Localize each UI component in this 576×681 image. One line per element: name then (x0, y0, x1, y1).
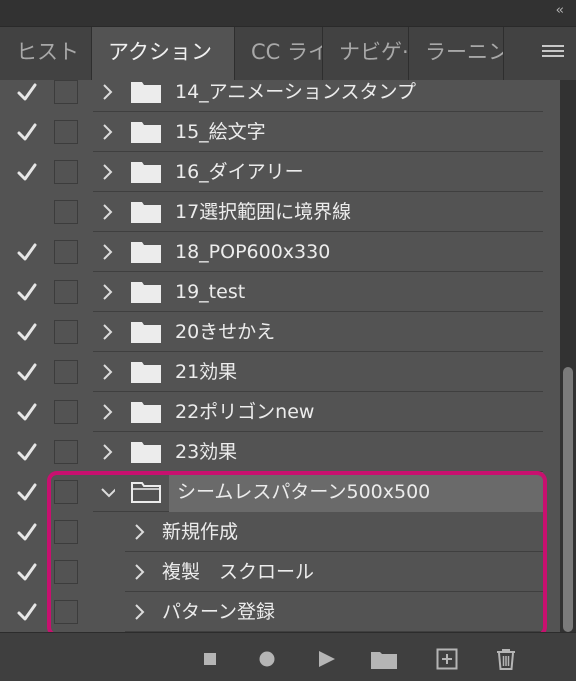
action-cell[interactable]: 21効果 (93, 352, 543, 392)
folder-icon (130, 360, 162, 384)
action-cell[interactable]: 23効果 (93, 432, 543, 472)
checkmark-icon[interactable] (16, 561, 38, 583)
chevron-right-icon[interactable] (101, 363, 113, 381)
chevron-right-icon[interactable] (101, 123, 113, 141)
action-cell[interactable]: 19_test (93, 272, 543, 312)
checkmark-icon[interactable] (16, 521, 38, 543)
folder-icon (130, 320, 162, 344)
folder-icon (130, 160, 162, 184)
chevron-right-icon[interactable] (101, 243, 113, 261)
action-set-row[interactable]: 21効果 (0, 352, 560, 392)
collapse-panel-button[interactable]: ‹‹ (556, 3, 565, 18)
checkmark-icon[interactable] (16, 361, 38, 383)
action-set-row[interactable]: 16_ダイアリー (0, 152, 560, 192)
chevron-right-icon[interactable] (101, 83, 113, 101)
panel-top-bar: ‹‹ (0, 0, 576, 26)
action-label[interactable]: 20きせかえ (175, 312, 275, 352)
checkmark-icon[interactable] (16, 81, 38, 103)
chevron-right-icon[interactable] (101, 163, 113, 181)
action-set-row[interactable]: 20きせかえ (0, 312, 560, 352)
tab-cc-libraries[interactable]: CC ライ (235, 27, 323, 81)
tab-actions[interactable]: アクション (92, 27, 235, 81)
dialog-toggle-box[interactable] (54, 440, 78, 464)
checkmark-icon[interactable] (16, 121, 38, 143)
action-set-row[interactable]: 22ポリゴンnew (0, 392, 560, 432)
scrollbar[interactable] (560, 80, 576, 632)
dialog-toggle-box[interactable] (54, 120, 78, 144)
new-action-icon[interactable] (435, 647, 459, 671)
folder-icon (130, 440, 162, 464)
checkmark-icon[interactable] (16, 321, 38, 343)
action-label[interactable]: 19_test (175, 272, 245, 312)
play-icon[interactable] (314, 647, 338, 671)
action-label[interactable]: 22ポリゴンnew (175, 392, 314, 432)
action-cell[interactable]: 15_絵文字 (93, 112, 543, 152)
new-set-folder-icon[interactable] (370, 647, 398, 671)
dialog-toggle-box[interactable] (54, 360, 78, 384)
folder-icon (130, 400, 162, 424)
bottom-toolbar (0, 632, 576, 681)
dialog-toggle-box[interactable] (54, 320, 78, 344)
checkmark-icon[interactable] (16, 601, 38, 623)
checkmark-icon[interactable] (16, 441, 38, 463)
trash-icon[interactable] (494, 647, 518, 671)
action-label[interactable]: 18_POP600x330 (175, 232, 330, 272)
dialog-toggle-box[interactable] (54, 280, 78, 304)
folder-icon (130, 280, 162, 304)
folder-icon (130, 120, 162, 144)
action-set-row[interactable]: 19_test (0, 272, 560, 312)
scrollbar-thumb[interactable] (563, 367, 573, 632)
action-label[interactable]: 21効果 (175, 352, 237, 392)
panel-menu-icon[interactable] (542, 45, 564, 61)
action-label[interactable]: 15_絵文字 (175, 112, 266, 152)
dialog-toggle-box[interactable] (54, 200, 78, 224)
checkmark-icon[interactable] (16, 481, 38, 503)
action-cell[interactable]: 18_POP600x330 (93, 232, 543, 272)
checkmark-icon[interactable] (16, 241, 38, 263)
chevron-right-icon[interactable] (101, 203, 113, 221)
folder-icon (130, 240, 162, 264)
action-cell[interactable]: 14_アニメーションスタンプ (93, 80, 543, 112)
stop-icon[interactable] (198, 647, 222, 671)
panel-tab-bar: ヒスト アクション CC ライ ナビゲ· ラーニン (0, 26, 576, 81)
action-set-row[interactable]: 14_アニメーションスタンプ (0, 80, 560, 112)
checkmark-icon[interactable] (16, 401, 38, 423)
chevron-right-icon[interactable] (101, 283, 113, 301)
dialog-toggle-box[interactable] (54, 240, 78, 264)
checkmark-icon[interactable] (16, 161, 38, 183)
action-label[interactable]: 16_ダイアリー (175, 152, 304, 192)
tab-learn[interactable]: ラーニン (409, 27, 504, 81)
dialog-toggle-box[interactable] (54, 160, 78, 184)
folder-icon (130, 200, 162, 224)
dialog-toggle-box[interactable] (54, 80, 78, 104)
folder-icon (130, 80, 162, 104)
action-set-row[interactable]: 15_絵文字 (0, 112, 560, 152)
action-label[interactable]: 14_アニメーションスタンプ (175, 80, 416, 112)
action-cell[interactable]: 20きせかえ (93, 312, 543, 352)
chevron-right-icon[interactable] (101, 323, 113, 341)
action-set-row[interactable]: 18_POP600x330 (0, 232, 560, 272)
tab-navigator[interactable]: ナビゲ· (323, 27, 409, 81)
chevron-right-icon[interactable] (101, 443, 113, 461)
tab-history[interactable]: ヒスト (0, 27, 92, 81)
highlight-outline (47, 471, 547, 637)
action-label[interactable]: 23効果 (175, 432, 237, 472)
action-cell[interactable]: 16_ダイアリー (93, 152, 543, 192)
action-cell[interactable]: 22ポリゴンnew (93, 392, 543, 432)
action-set-row[interactable]: 17選択範囲に境界線 (0, 192, 560, 232)
chevron-right-icon[interactable] (101, 403, 113, 421)
dialog-toggle-box[interactable] (54, 400, 78, 424)
action-cell[interactable]: 17選択範囲に境界線 (93, 192, 543, 232)
checkmark-icon[interactable] (16, 281, 38, 303)
record-icon[interactable] (255, 647, 279, 671)
action-label[interactable]: 17選択範囲に境界線 (175, 192, 351, 232)
action-set-row[interactable]: 23効果 (0, 432, 560, 472)
